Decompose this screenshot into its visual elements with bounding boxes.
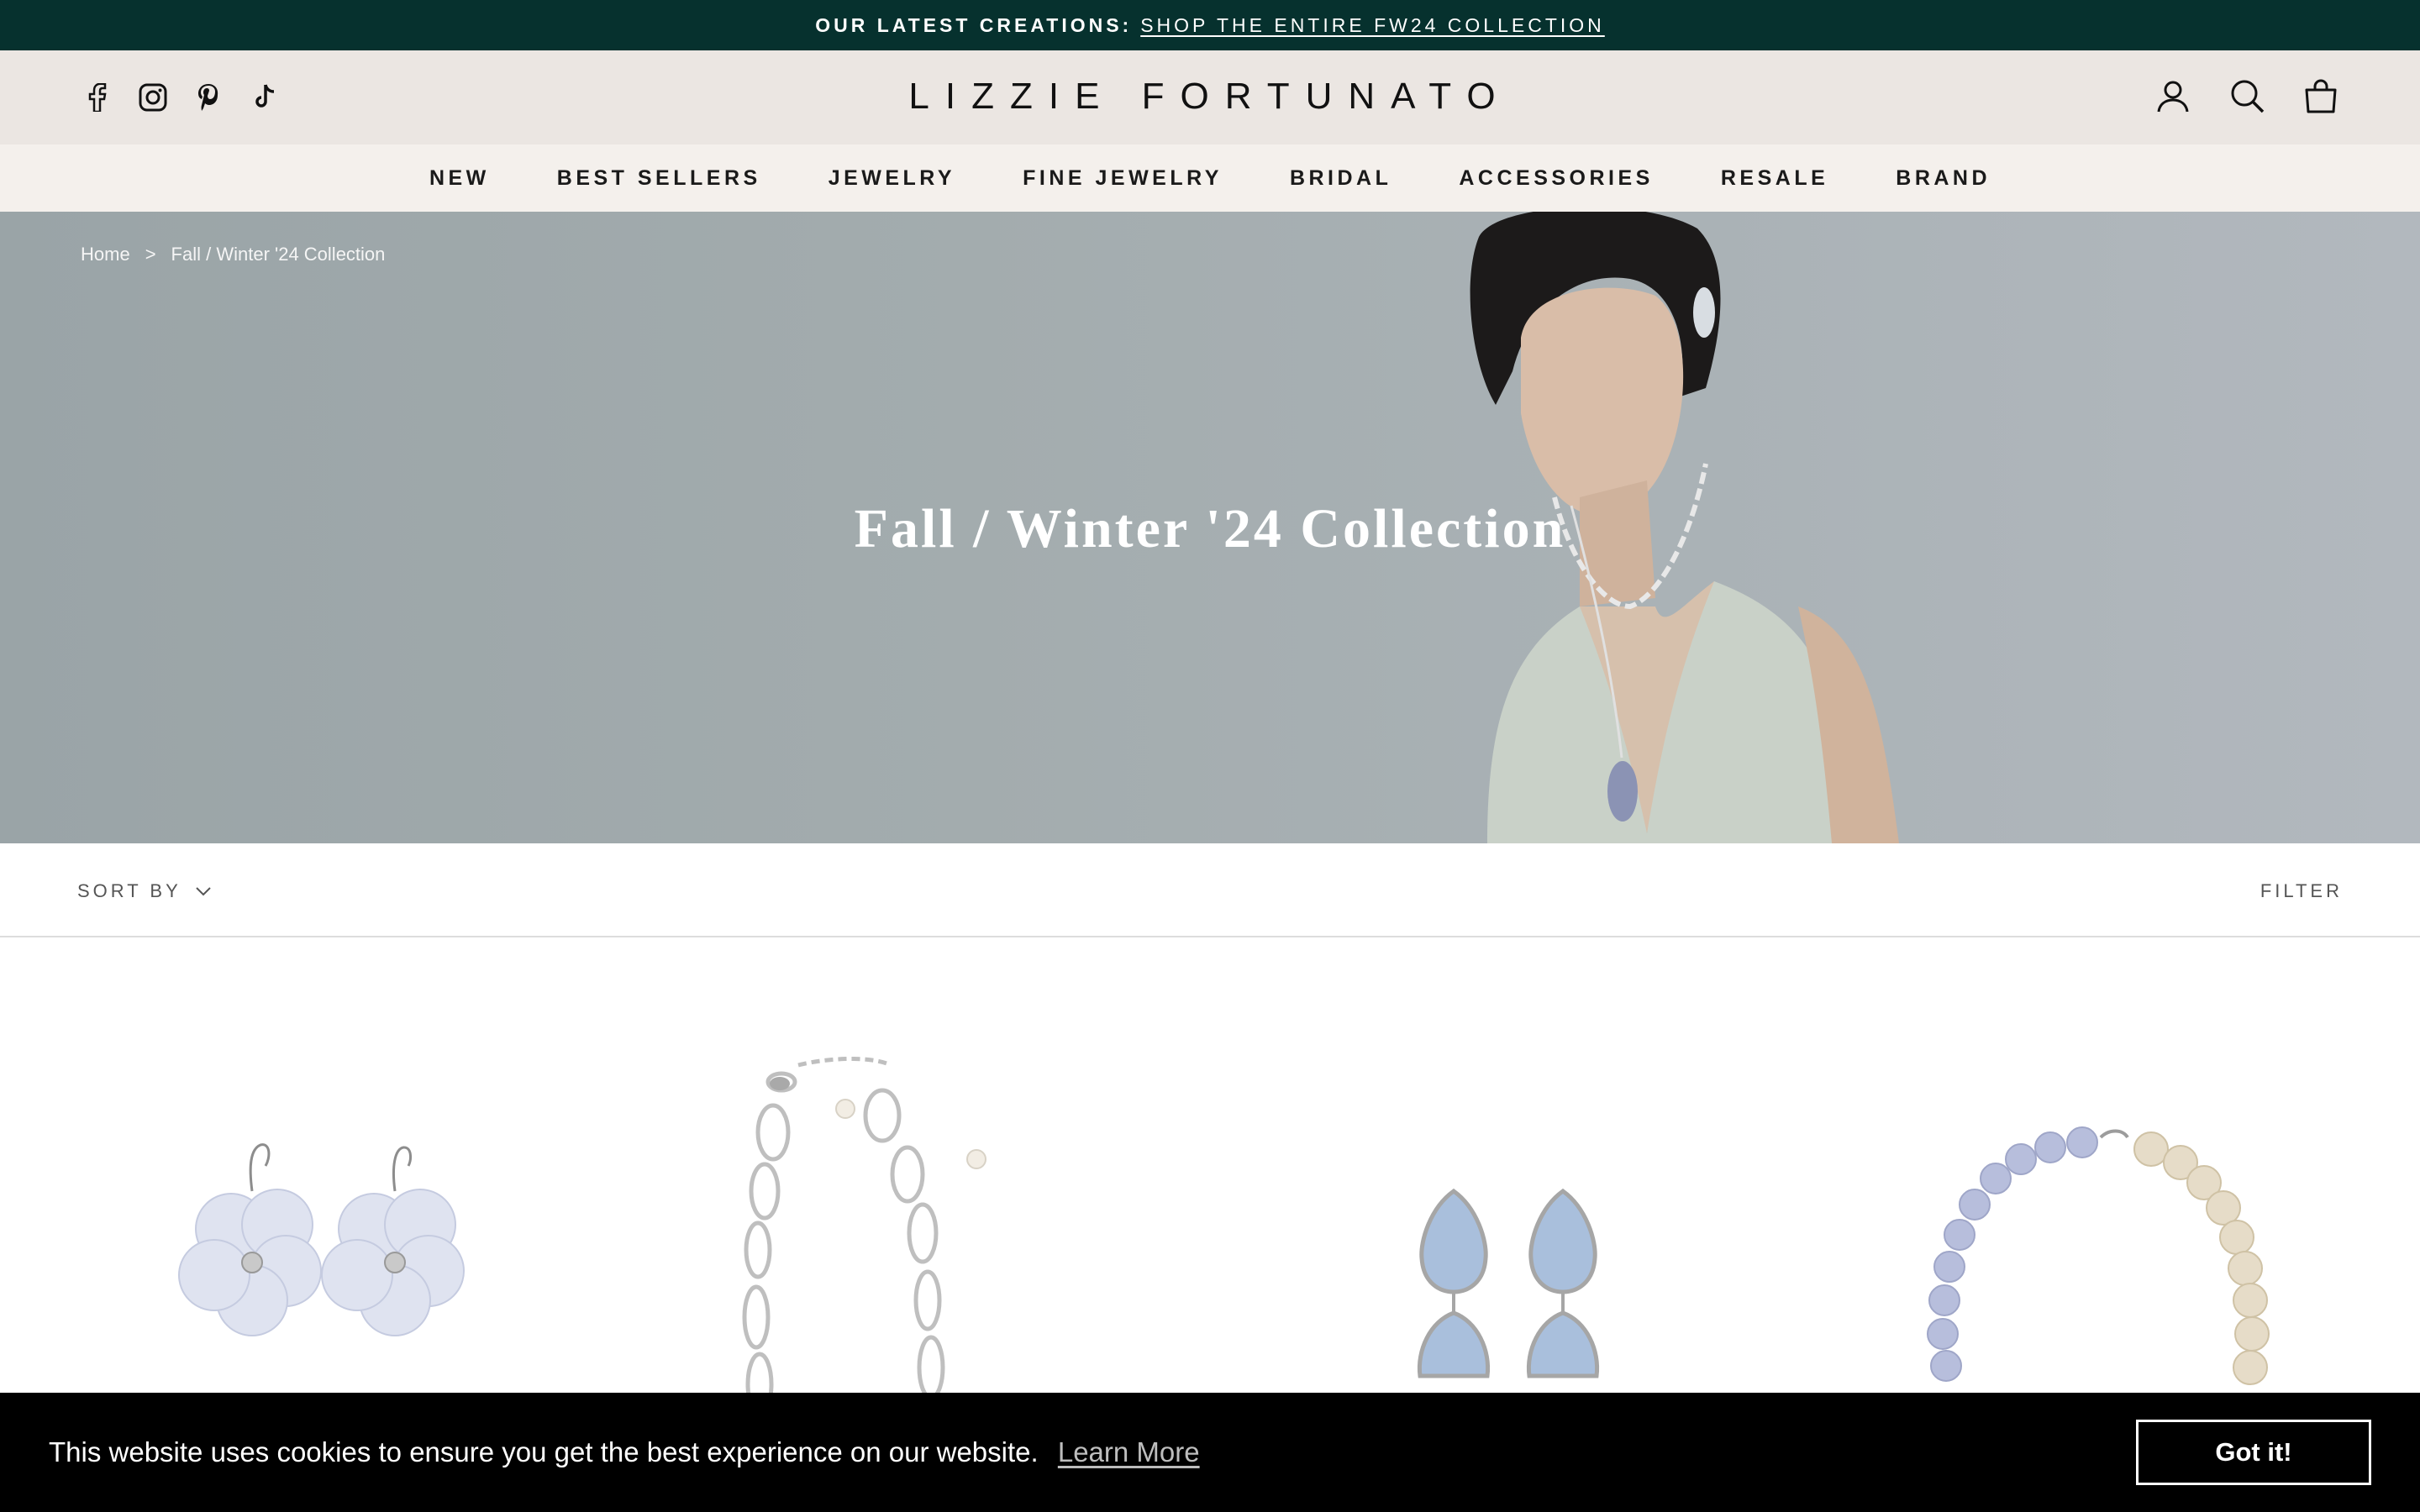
sort-by-button[interactable]: SORT BY (77, 880, 212, 902)
page-title: Fall / Winter '24 Collection (854, 498, 1566, 559)
nav-item-fine-jewelry[interactable]: FINE JEWELRY (1023, 166, 1223, 191)
nav-item-best-sellers[interactable]: BEST SELLERS (557, 166, 761, 191)
nav-item-brand[interactable]: BRAND (1896, 166, 1991, 191)
breadcrumb: Home > Fall / Winter '24 Collection (81, 244, 385, 265)
sort-by-label: SORT BY (77, 880, 182, 901)
nav-item-bridal[interactable]: BRIDAL (1290, 166, 1392, 191)
cookie-accept-button[interactable]: Got it! (2136, 1420, 2371, 1485)
breadcrumb-home[interactable]: Home (81, 244, 130, 265)
main-nav: NEW BEST SELLERS JEWELRY FINE JEWELRY BR… (0, 144, 2420, 212)
nav-item-resale[interactable]: RESALE (1721, 166, 1828, 191)
breadcrumb-current: Fall / Winter '24 Collection (171, 244, 386, 265)
announcement-link[interactable]: SHOP THE ENTIRE FW24 COLLECTION (1140, 14, 1605, 37)
announcement-bar: OUR LATEST CREATIONS: SHOP THE ENTIRE FW… (0, 0, 2420, 50)
chevron-down-icon (196, 887, 211, 896)
collection-toolbar: SORT BY FILTER (0, 843, 2420, 937)
nav-item-new[interactable]: NEW (429, 166, 490, 191)
search-icon[interactable] (2228, 77, 2265, 114)
cookie-message: This website uses cookies to ensure you … (49, 1436, 1039, 1467)
breadcrumb-separator: > (145, 244, 156, 265)
filter-button[interactable]: FILTER (2260, 880, 2343, 902)
site-logo[interactable]: LIZZIE FORTUNATO (0, 76, 2420, 118)
nav-item-accessories[interactable]: ACCESSORIES (1459, 166, 1653, 191)
account-icon[interactable] (2154, 77, 2191, 114)
bag-icon[interactable] (2302, 77, 2339, 114)
cookie-message-wrap: This website uses cookies to ensure you … (49, 1436, 1200, 1468)
cookie-banner: This website uses cookies to ensure you … (0, 1393, 2420, 1512)
nav-item-jewelry[interactable]: JEWELRY (829, 166, 955, 191)
announcement-lead: OUR LATEST CREATIONS: (815, 13, 1133, 36)
header-utilities (2154, 77, 2339, 114)
site-header: LIZZIE FORTUNATO (0, 50, 2420, 144)
collection-hero: Home > Fall / Winter '24 Collection Fall… (0, 212, 2420, 843)
cookie-learn-more-link[interactable]: Learn More (1058, 1436, 1200, 1467)
